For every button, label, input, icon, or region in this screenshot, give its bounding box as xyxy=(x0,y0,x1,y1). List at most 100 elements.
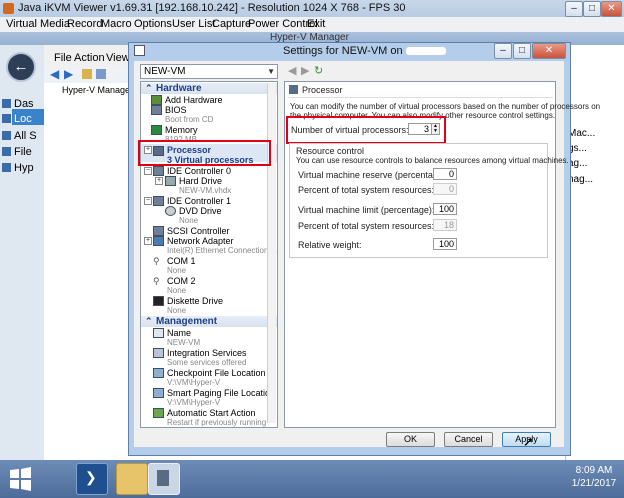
close-button[interactable]: ✕ xyxy=(601,1,622,17)
dialog-maximize-button[interactable]: □ xyxy=(513,43,531,59)
dvd-drive-icon xyxy=(165,206,176,216)
expand-icon[interactable]: + xyxy=(144,237,152,245)
limit-percent-label: Percent of total system resources: xyxy=(298,221,435,231)
vm-selector[interactable]: NEW-VM ▼ xyxy=(140,64,278,79)
dialog-nav-buttons: ◀ ▶ ↻ xyxy=(288,64,348,78)
taskbar-clock[interactable]: 8:09 AM 1/21/2017 xyxy=(570,464,618,490)
cancel-button[interactable]: Cancel xyxy=(444,432,493,447)
dialog-title-bar: Settings for NEW-VM on – □ ✕ xyxy=(128,42,569,60)
expand-icon[interactable]: + xyxy=(155,177,163,185)
tree-item-automatic-start-action[interactable]: Automatic Start Action Restart if previou… xyxy=(167,408,266,427)
ok-button[interactable]: OK xyxy=(386,432,435,447)
processor-icon xyxy=(289,85,298,94)
menu-options[interactable]: Options xyxy=(134,18,172,30)
properties-icon[interactable] xyxy=(96,69,106,79)
tree-item-ide-controller-0[interactable]: IDE Controller 0 xyxy=(167,166,231,176)
menu-macro[interactable]: Macro xyxy=(101,18,132,30)
tree-scrollbar[interactable] xyxy=(267,83,276,423)
action-item[interactable]: nag... xyxy=(568,174,593,185)
diskette-drive-icon xyxy=(153,296,164,306)
name-icon xyxy=(153,328,164,338)
tree-item-network-adapter[interactable]: Network Adapter Intel(R) Ethernet Connect… xyxy=(167,236,277,256)
dialog-title: Settings for NEW-VM on xyxy=(283,45,403,57)
tree-item-bios[interactable]: BIOS Boot from CD xyxy=(165,105,213,125)
collapse-icon[interactable]: − xyxy=(144,197,152,205)
smart-paging-icon xyxy=(153,388,164,398)
menu-user-list[interactable]: User List xyxy=(172,18,215,30)
nav-item-dashboard[interactable]: Das xyxy=(2,98,34,110)
tree-item-checkpoint-location[interactable]: Checkpoint File Location V:\VM\Hyper-V xyxy=(167,368,266,388)
tree-item-ide-controller-1[interactable]: IDE Controller 1 xyxy=(167,196,231,206)
maximize-button[interactable]: □ xyxy=(583,1,601,17)
integration-services-icon xyxy=(153,348,164,358)
nav-item-local-server[interactable]: Loc xyxy=(2,113,32,125)
tree-item-hard-drive[interactable]: Hard Drive NEW-VM.vhdx xyxy=(179,176,231,196)
collapse-icon: ⌃ xyxy=(145,83,153,93)
file-explorer-icon[interactable] xyxy=(116,463,148,495)
tree-item-com1[interactable]: COM 1 None xyxy=(167,256,196,276)
tree-item-name[interactable]: Name NEW-VM xyxy=(167,328,200,348)
host-name-redacted xyxy=(405,47,446,56)
collapse-icon[interactable]: − xyxy=(144,167,152,175)
windows-start-icon[interactable] xyxy=(4,463,36,494)
kvm-window-title: Java iKVM Viewer v1.69.31 [192.168.10.24… xyxy=(18,2,406,14)
refresh-icon[interactable]: ↻ xyxy=(314,64,323,77)
minimize-button[interactable]: – xyxy=(565,1,583,17)
server-icon xyxy=(2,114,11,123)
reserve-label: Virtual machine reserve (percentage): xyxy=(298,170,449,180)
tree-item-com2[interactable]: COM 2 None xyxy=(167,276,196,296)
relative-weight-input[interactable]: 100 xyxy=(433,238,457,250)
menu-exit[interactable]: Exit xyxy=(307,18,325,30)
nav-item-hyperv[interactable]: Hyp xyxy=(2,162,34,174)
limit-input[interactable]: 100 xyxy=(433,203,457,215)
previous-icon[interactable]: ◀ xyxy=(288,64,296,77)
hyperv-tree-root[interactable]: Hyper-V Manager xyxy=(62,85,133,95)
back-icon[interactable]: ◀ xyxy=(50,67,59,81)
mmc-menu-view[interactable]: View xyxy=(106,52,130,64)
reserve-input[interactable]: 0 xyxy=(433,168,457,180)
hyperv-icon xyxy=(2,163,11,172)
mmc-menu-file[interactable]: File xyxy=(54,52,72,64)
network-adapter-icon xyxy=(153,236,164,246)
next-icon[interactable]: ▶ xyxy=(301,64,309,77)
menu-virtual-media[interactable]: Virtual Media xyxy=(6,18,70,30)
settings-icon xyxy=(134,45,145,56)
tree-item-add-hardware[interactable]: Add Hardware xyxy=(165,95,223,105)
mmc-toolbar: ◀ ▶ xyxy=(44,67,134,83)
settings-tree: ⌃ Hardware Add Hardware BIOS Boot from CD … xyxy=(140,81,278,428)
tree-item-integration-services[interactable]: Integration Services Some services offere… xyxy=(167,348,247,368)
servers-icon xyxy=(2,131,11,140)
tree-item-smart-paging-location[interactable]: Smart Paging File Location V:\VM\Hyper-V xyxy=(167,388,275,408)
resource-control-desc: You can use resource controls to balance… xyxy=(296,156,569,165)
mmc-menu-bar: File Action View xyxy=(44,45,134,67)
action-item[interactable]: Mac... xyxy=(568,128,595,139)
dialog-minimize-button[interactable]: – xyxy=(494,43,512,59)
menu-capture[interactable]: Capture xyxy=(212,18,251,30)
dialog-close-button[interactable]: ✕ xyxy=(532,43,566,59)
start-action-icon xyxy=(153,408,164,418)
mmc-menu-action[interactable]: Action xyxy=(74,52,105,64)
section-hardware[interactable]: ⌃ Hardware xyxy=(141,83,277,94)
tree-item-diskette-drive[interactable]: Diskette Drive None xyxy=(167,296,223,316)
nav-item-all-servers[interactable]: All S xyxy=(2,130,37,142)
highlight-box-num-processors xyxy=(286,116,446,144)
memory-icon xyxy=(151,125,162,135)
scsi-controller-icon xyxy=(153,226,164,236)
back-arrow-icon[interactable]: ← xyxy=(6,52,36,82)
nav-item-file-services[interactable]: File xyxy=(2,146,32,158)
folder-icon[interactable] xyxy=(82,69,92,79)
ide-controller-icon xyxy=(153,196,164,206)
clock-date: 1/21/2017 xyxy=(571,478,617,489)
hyperv-tree-pane: Hyper-V Manager xyxy=(56,83,135,443)
java-icon xyxy=(3,3,14,14)
collapse-icon: ⌃ xyxy=(145,316,153,326)
highlight-box-processor xyxy=(138,140,271,166)
powershell-icon[interactable]: ❯ xyxy=(76,463,108,495)
forward-icon[interactable]: ▶ xyxy=(64,67,73,81)
menu-record[interactable]: Record xyxy=(67,18,102,30)
section-management[interactable]: ⌃ Management xyxy=(141,316,277,327)
tree-item-scsi-controller[interactable]: SCSI Controller xyxy=(167,226,230,236)
tree-item-dvd-drive[interactable]: DVD Drive None xyxy=(179,206,222,226)
server-manager-icon[interactable] xyxy=(148,463,180,495)
clock-time: 8:09 AM xyxy=(575,465,613,476)
